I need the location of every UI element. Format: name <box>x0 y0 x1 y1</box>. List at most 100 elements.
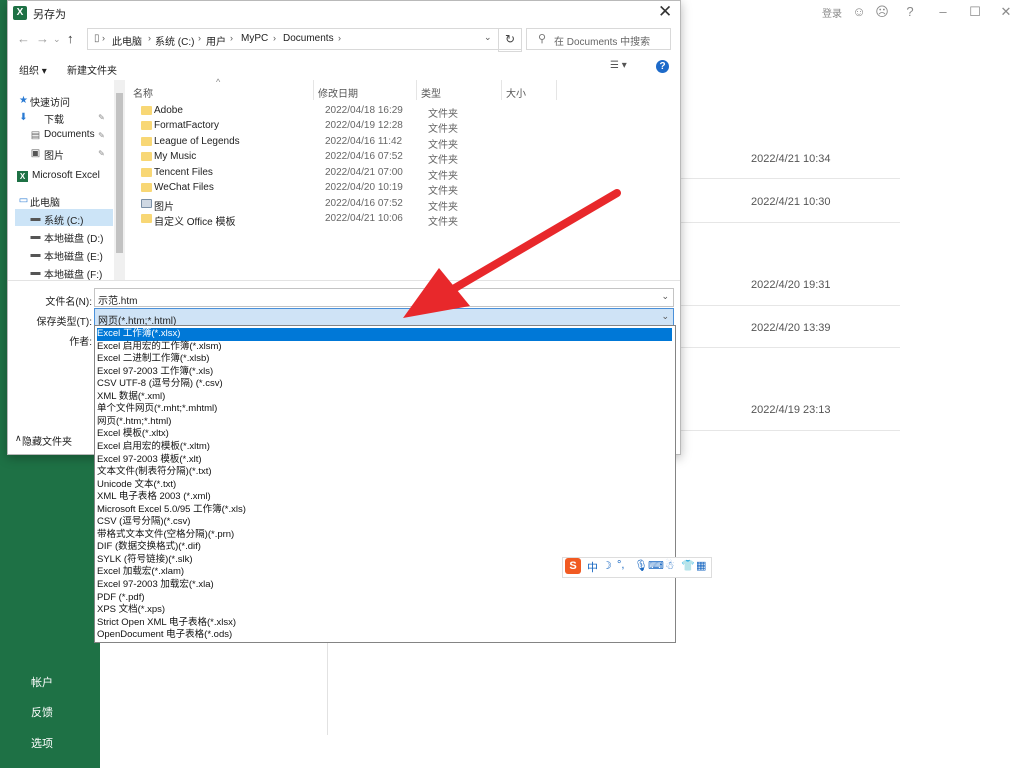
sogou-logo-icon[interactable]: S <box>565 558 581 574</box>
ime-mode-toggle[interactable]: 中 <box>587 559 598 575</box>
microphone-icon[interactable]: 🎙 <box>634 559 648 572</box>
filetype-option[interactable]: 网页(*.htm;*.html) <box>97 416 672 429</box>
search-input[interactable]: ⚲ 在 Documents 中搜索 <box>526 28 671 50</box>
chevron-down-icon[interactable]: ⌄ <box>661 291 669 302</box>
chevron-down-icon[interactable]: ⌄ <box>661 311 669 322</box>
breadcrumb-documents[interactable]: Documents <box>283 33 334 44</box>
column-type[interactable]: 类型 <box>421 85 441 100</box>
filetype-option[interactable]: CSV (逗号分隔)(*.csv) <box>97 516 672 529</box>
nav-drive-d[interactable]: 本地磁盘 (D:) <box>44 230 103 245</box>
back-arrow-icon[interactable]: ← <box>17 31 30 46</box>
filetype-option[interactable]: XML 数据(*.xml) <box>97 391 672 404</box>
filetype-option[interactable]: Strict Open XML 电子表格(*.xlsx) <box>97 617 672 630</box>
file-row[interactable]: 自定义 Office 模板 2022/04/21 10:06 文件夹 <box>132 213 682 228</box>
nav-this-pc[interactable]: 此电脑 <box>30 194 60 209</box>
column-divider[interactable] <box>556 80 557 100</box>
column-divider[interactable] <box>416 80 417 100</box>
chevron-right-icon: › <box>273 33 276 43</box>
nav-microsoft-excel[interactable]: Microsoft Excel <box>32 170 100 181</box>
options-nav-item[interactable]: 选项 <box>31 735 53 751</box>
column-size[interactable]: 大小 <box>506 85 526 100</box>
nav-drive-c[interactable]: 系统 (C:) <box>44 212 83 227</box>
file-row[interactable]: FormatFactory 2022/04/19 12:28 文件夹 <box>132 120 682 135</box>
nav-quick-access[interactable]: 快速访问 <box>30 94 70 109</box>
organize-button[interactable]: 组织 ▾ <box>19 62 47 77</box>
sort-up-icon: ^ <box>216 77 221 87</box>
nav-drive-e[interactable]: 本地磁盘 (E:) <box>44 248 103 263</box>
forward-arrow-icon[interactable]: → <box>36 31 49 46</box>
folder-icon <box>141 152 152 161</box>
filetype-option[interactable]: 文本文件(制表符分隔)(*.txt) <box>97 466 672 479</box>
chevron-down-icon[interactable]: ⌄ <box>484 32 492 43</box>
up-arrow-icon[interactable]: ↑ <box>67 31 74 46</box>
nav-drive-f[interactable]: 本地磁盘 (F:) <box>44 266 102 281</box>
login-link[interactable]: 登录 <box>822 5 842 20</box>
computer-icon: ▭ <box>18 195 29 206</box>
column-divider[interactable] <box>501 80 502 100</box>
filetype-option[interactable]: Excel 启用宏的工作簿(*.xlsm) <box>97 341 672 354</box>
minimize-icon[interactable]: – <box>935 4 951 20</box>
pin-icon: ✎ <box>98 131 105 140</box>
filetype-option[interactable]: Microsoft Excel 5.0/95 工作簿(*.xls) <box>97 504 672 517</box>
smiley-icon[interactable]: ☺ <box>851 4 867 20</box>
filetype-option[interactable]: CSV UTF-8 (逗号分隔) (*.csv) <box>97 378 672 391</box>
filetype-option[interactable]: DIF (数据交换格式)(*.dif) <box>97 541 672 554</box>
filetype-option[interactable]: Excel 97-2003 模板(*.xlt) <box>97 454 672 467</box>
filetype-dropdown-list[interactable]: Excel 工作簿(*.xlsx) Excel 启用宏的工作簿(*.xlsm) Ex… <box>94 325 676 643</box>
column-divider[interactable] <box>313 80 314 100</box>
window-close-icon[interactable]: ✕ <box>998 4 1014 20</box>
filetype-option[interactable]: XML 电子表格 2003 (*.xml) <box>97 491 672 504</box>
filetype-option[interactable]: OpenDocument 电子表格(*.ods) <box>97 629 672 642</box>
breadcrumb-drive-c[interactable]: 系统 (C:) <box>155 33 194 48</box>
account-nav-item[interactable]: 帐户 <box>31 674 53 690</box>
moon-icon[interactable]: ☽ <box>602 559 612 572</box>
feedback-nav-item[interactable]: 反馈 <box>31 704 53 720</box>
nav-pictures[interactable]: 图片 <box>44 147 64 162</box>
user-icon[interactable]: ☃ <box>665 559 675 572</box>
hide-folders-button[interactable]: 隐藏文件夹 <box>22 433 72 448</box>
file-row[interactable]: Tencent Files 2022/04/21 07:00 文件夹 <box>132 167 682 182</box>
filetype-option[interactable]: 带格式文本文件(空格分隔)(*.prn) <box>97 529 672 542</box>
view-options-icon[interactable]: ☰ ▾ <box>610 60 627 71</box>
filetype-option[interactable]: XPS 文档(*.xps) <box>97 604 672 617</box>
file-row[interactable]: My Music 2022/04/16 07:52 文件夹 <box>132 151 682 166</box>
keyboard-icon[interactable]: ⌨ <box>648 559 664 572</box>
nav-scrollbar-thumb[interactable] <box>116 93 123 253</box>
help-icon[interactable]: ? <box>656 60 669 73</box>
skin-icon[interactable]: 👕 <box>681 559 695 572</box>
filetype-option[interactable]: 单个文件网页(*.mht;*.mhtml) <box>97 403 672 416</box>
breadcrumb-users[interactable]: 用户 <box>206 33 226 48</box>
file-name: FormatFactory <box>154 120 220 131</box>
file-row[interactable]: WeChat Files 2022/04/20 10:19 文件夹 <box>132 182 682 197</box>
close-icon[interactable]: ✕ <box>658 2 672 22</box>
filetype-option[interactable]: Excel 二进制工作簿(*.xlsb) <box>97 353 672 366</box>
filetype-option[interactable]: PDF (*.pdf) <box>97 592 672 605</box>
refresh-icon[interactable]: ↻ <box>498 28 522 52</box>
nav-downloads[interactable]: 下载 <box>44 111 64 126</box>
breadcrumb-mypc[interactable]: MyPC <box>241 33 268 44</box>
filetype-option[interactable]: Excel 97-2003 加载宏(*.xla) <box>97 579 672 592</box>
filetype-option[interactable]: Excel 启用宏的模板(*.xltm) <box>97 441 672 454</box>
column-date[interactable]: 修改日期 <box>318 85 358 100</box>
filetype-option[interactable]: Excel 工作簿(*.xlsx) <box>97 328 672 341</box>
nav-documents[interactable]: Documents <box>44 129 95 140</box>
filename-field[interactable]: 示范.htm ⌄ <box>94 288 674 307</box>
column-name[interactable]: 名称 <box>133 85 153 100</box>
chevron-up-icon[interactable]: ∧ <box>15 433 22 444</box>
filetype-option[interactable]: Unicode 文本(*.txt) <box>97 479 672 492</box>
address-bar[interactable]: ▯ › 此电脑 › 系统 (C:) › 用户 › MyPC › Document… <box>87 28 522 50</box>
breadcrumb-this-pc[interactable]: 此电脑 <box>112 33 142 48</box>
frown-icon[interactable]: ☹ <box>874 4 890 20</box>
file-row[interactable]: Adobe 2022/04/18 16:29 文件夹 <box>132 105 682 120</box>
help-icon[interactable]: ? <box>902 4 918 20</box>
new-folder-button[interactable]: 新建文件夹 <box>67 62 117 77</box>
maximize-icon[interactable]: ☐ <box>967 4 983 20</box>
grid-icon[interactable]: ▦ <box>696 559 706 572</box>
filetype-option[interactable]: Excel 97-2003 工作簿(*.xls) <box>97 366 672 379</box>
punctuation-icon[interactable]: °, <box>617 559 624 571</box>
file-row[interactable]: 图片 2022/04/16 07:52 文件夹 <box>132 198 682 213</box>
chevron-down-icon[interactable]: ⌄ <box>53 34 61 45</box>
filetype-option[interactable]: Excel 模板(*.xltx) <box>97 428 672 441</box>
file-type: 文件夹 <box>428 171 458 182</box>
file-row[interactable]: League of Legends 2022/04/16 11:42 文件夹 <box>132 136 682 151</box>
